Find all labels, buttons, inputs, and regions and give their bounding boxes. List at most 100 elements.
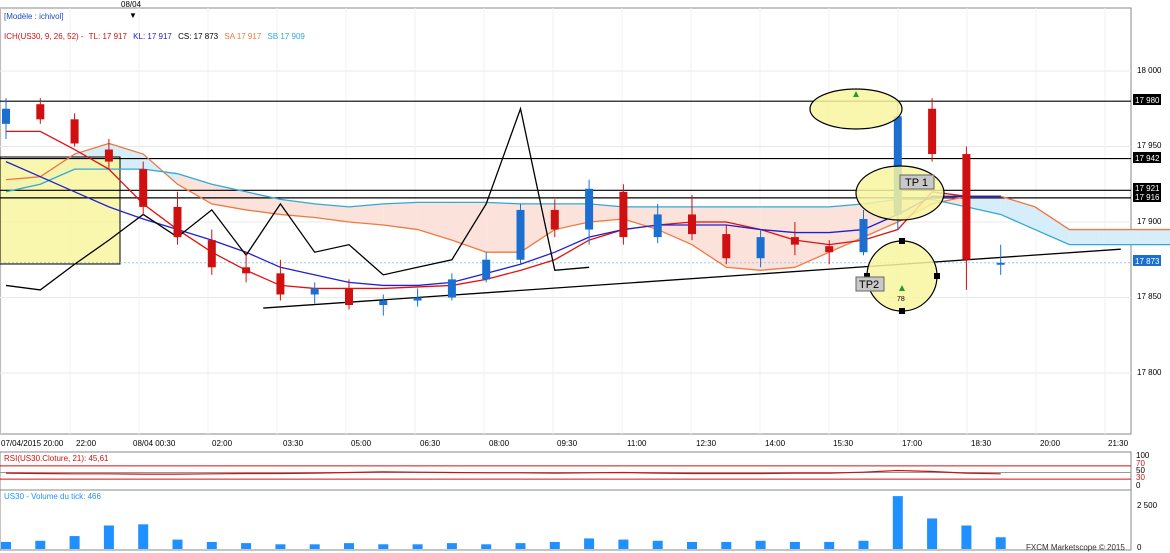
volume-bar — [481, 544, 492, 549]
volume-bar — [858, 540, 869, 549]
price-tick: 17 850 — [1137, 292, 1162, 301]
candle-body — [70, 119, 79, 144]
chart: TP 1 TP2 78 08/04 ▼ [Modèle : ichivol] ICH… — [0, 0, 1170, 553]
ichimoku-label: ICH(US30, 9, 26, 52) - — [4, 32, 84, 41]
candle-body — [962, 154, 971, 260]
volume-bar — [206, 541, 217, 549]
svg-text:ICH(US30, 9, 26, 52) - TL:: ICH(US30, 9, 26, 52) - TL: 17 917 KL: 17… — [4, 32, 305, 41]
level-label: 17 942 — [1135, 154, 1160, 163]
candle-body — [825, 246, 834, 253]
price-tick: 17 800 — [1137, 368, 1162, 377]
volume-bar — [584, 538, 595, 549]
sa-value: SA 17 917 — [224, 32, 261, 41]
candle-body — [447, 279, 456, 298]
rsi-label: RSI(US30.Cloture, 21): 45,61 — [4, 454, 109, 463]
volume-bar — [103, 525, 114, 549]
rsi-panel — [0, 451, 1132, 491]
candle-body — [482, 259, 491, 280]
candle-body — [585, 188, 594, 230]
kl-value: KL: 17 917 — [133, 32, 172, 41]
footer-credit: FXCM Marketscope © 2015 — [1026, 543, 1125, 552]
time-tick: 14:00 — [765, 439, 786, 448]
cloud-segment — [486, 202, 521, 253]
rsi-tick: 0 — [1136, 481, 1141, 490]
candle-body — [139, 169, 148, 207]
volume-bar — [721, 541, 732, 549]
tp1-ellipse — [855, 165, 945, 221]
volume-tick: 0 — [1137, 543, 1142, 552]
volume-bar — [35, 540, 46, 549]
candle-body — [550, 209, 559, 230]
time-tick: 17:00 — [902, 439, 923, 448]
time-tick: 18:30 — [971, 439, 992, 448]
volume-bar — [515, 543, 526, 549]
time-tick: 08:00 — [489, 439, 510, 448]
volume-bar — [618, 539, 629, 549]
volume-bar — [687, 541, 697, 549]
tp1-label: TP 1 — [905, 177, 928, 189]
volume-bar — [961, 525, 972, 549]
candle-body — [413, 297, 422, 301]
volume-bar — [652, 540, 663, 549]
candle-body — [653, 214, 662, 238]
cloud-segment — [726, 206, 761, 271]
volume-bar — [412, 544, 423, 549]
volume-bar — [172, 539, 183, 549]
candle-body — [619, 191, 628, 238]
volume-bar — [995, 537, 1006, 549]
time-tick: 02:00 — [212, 439, 233, 448]
candle-body — [928, 108, 937, 155]
candle-body — [859, 218, 868, 253]
time-tick: 03:30 — [283, 439, 304, 448]
candle-body — [722, 234, 731, 259]
level-label: 17 916 — [1135, 193, 1160, 202]
volume-tick: 2 500 — [1137, 501, 1158, 510]
tl-value: TL: 17 917 — [89, 32, 128, 41]
circle-handle — [899, 238, 905, 244]
volume-bar — [892, 496, 903, 549]
candle-body — [516, 209, 525, 260]
volume-bar — [446, 543, 457, 549]
volume-bar — [309, 544, 320, 549]
volume-bar — [755, 540, 766, 549]
candle-body — [173, 206, 182, 238]
volume-bar — [69, 536, 80, 549]
volume-bar — [1, 541, 11, 549]
time-tick: 20:00 — [1040, 439, 1061, 448]
time-tick: 21:30 — [1108, 439, 1129, 448]
time-tick: 22:00 — [76, 439, 97, 448]
time-tick: 07/04/2015 20:00 — [1, 439, 64, 448]
time-tick: 12:30 — [696, 439, 717, 448]
model-label: [Modèle : ichivol] — [4, 12, 64, 21]
candle-body — [345, 288, 353, 306]
volume-bar — [138, 524, 149, 549]
time-tick: 15:30 — [833, 439, 854, 448]
level-label: 17 980 — [1135, 96, 1160, 105]
price-tick: 17 950 — [1137, 141, 1162, 150]
candle-body — [756, 237, 765, 259]
candle-body — [310, 288, 319, 295]
date-marker: 08/04 — [121, 0, 142, 9]
circle-handle — [934, 273, 940, 279]
candle-body — [379, 300, 388, 306]
current-price-label: 17 873 — [1135, 257, 1160, 266]
candle-body — [996, 262, 1005, 265]
date-marker-arrow: ▼ — [129, 11, 137, 20]
volume-panel — [0, 489, 1132, 551]
sb-value: SB 17 909 — [268, 32, 306, 41]
volume-bar — [824, 541, 835, 549]
level-label: 17 921 — [1135, 184, 1160, 193]
volume-bar — [549, 541, 560, 549]
price-tick: 17 900 — [1137, 217, 1162, 226]
candle-body — [688, 214, 696, 235]
time-tick: 11:00 — [627, 439, 647, 448]
cloud-segment — [1103, 229, 1138, 245]
cs-value: CS: 17 873 — [178, 32, 219, 41]
volume-bar — [789, 541, 800, 549]
candle-body — [104, 149, 113, 162]
volume-bar — [241, 543, 252, 549]
tp2-label: TP2 — [859, 279, 879, 291]
circle-handle — [899, 308, 905, 314]
arrow-count: 78 — [897, 296, 905, 303]
time-tick: 08/04 00:30 — [133, 439, 176, 448]
